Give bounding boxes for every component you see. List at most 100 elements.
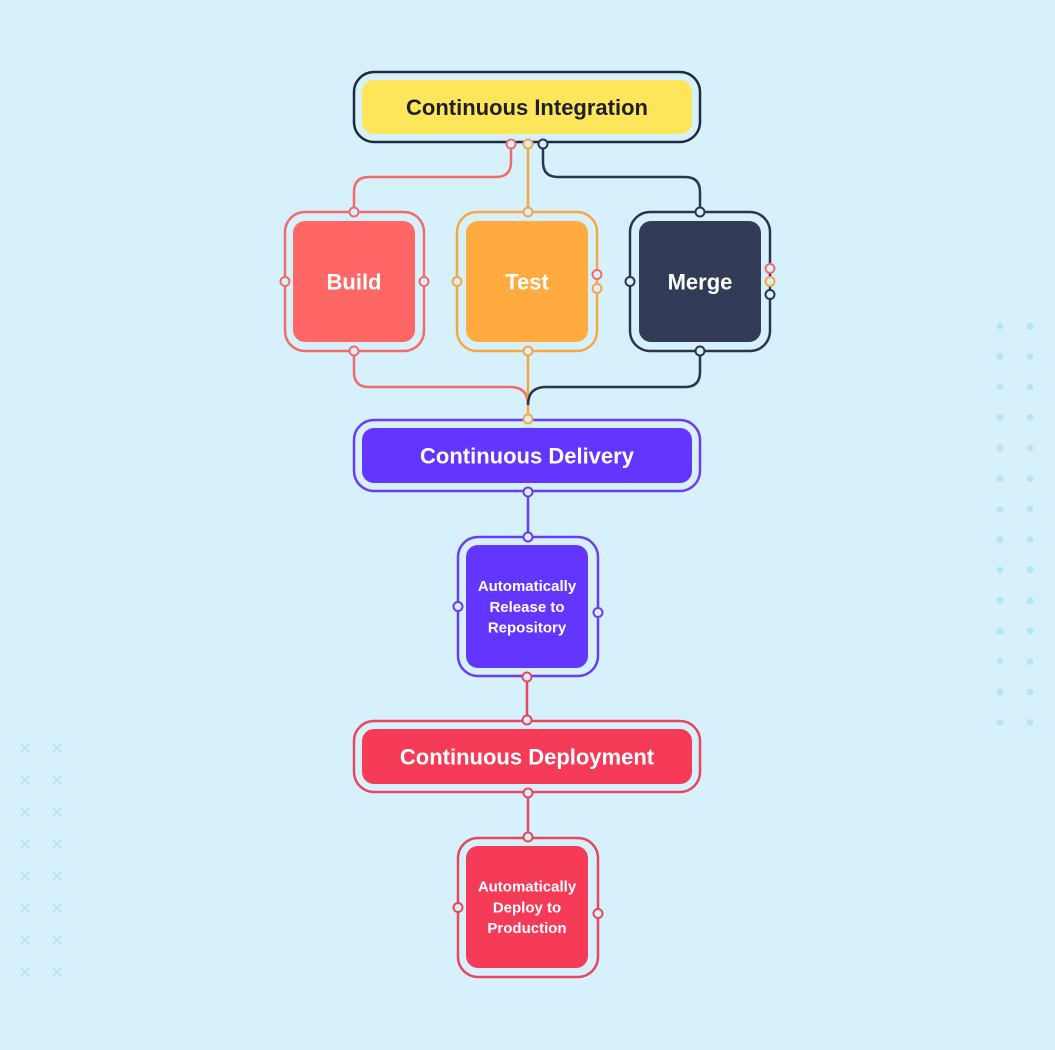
decor-dot [1026,505,1034,513]
decor-x [52,935,62,945]
edge-dot [521,671,533,683]
side-dot [452,902,464,913]
decor-x [20,807,30,817]
decor-dot [996,383,1004,391]
edge-dot [521,714,533,726]
decor-x [20,967,30,977]
edge-dot [694,206,706,218]
decor-dot [1026,566,1034,574]
edge-ci-to-merge [541,144,702,212]
decor-x [20,743,30,753]
side-dot [279,276,291,287]
decor-dot [996,658,1004,665]
edge-dot [522,787,534,799]
node-build[interactable]: Build [279,210,430,353]
decor-dot [1026,475,1034,482]
node-deploy[interactable]: Automatically Deploy to Production [452,836,604,979]
decor-x [52,903,62,913]
decor-dot [996,627,1004,635]
decor-dot [996,719,1004,726]
edge-dot [694,345,706,357]
decor-dot [1026,322,1034,330]
edge-dot [348,345,360,357]
edge-build-to-cd [352,351,530,406]
edge-dot [505,138,517,150]
edge-dot [522,206,534,218]
node-label: Production [487,920,566,937]
decor-dot [1026,414,1034,421]
node-cdep[interactable]: Continuous Deployment [352,719,702,794]
decor-dot [1026,597,1034,604]
decor-x [52,967,62,977]
node-label: Build [327,269,382,294]
node-label: Automatically [478,578,577,595]
edge-dot [522,413,534,425]
decor-dot [996,566,1004,574]
decor-dot [996,475,1004,482]
node-ci[interactable]: Continuous Integration [352,70,702,144]
decor-x [52,839,62,849]
side-dot [764,276,776,287]
edge-line [541,144,702,212]
node-label: Repository [488,620,567,637]
node-cd[interactable]: Continuous Delivery [352,418,702,493]
side-dot [418,276,430,287]
node-label: Continuous Delivery [420,443,635,468]
decor-dot [996,444,1004,452]
edge-dot [522,138,534,150]
edge-dot [348,206,360,218]
decor-dot [1026,627,1034,635]
edge-line [352,144,513,212]
node-label: Deploy to [493,899,561,916]
node-label: Automatically [478,879,577,896]
edge-ci-to-build [352,144,513,212]
decor-x [20,839,30,849]
ci-cd-diagram: Continuous Integration Build Test Merge Cont… [20,70,1034,979]
decor-dot [996,322,1004,330]
edge-line [526,351,702,406]
edge-dot [537,138,549,150]
decor-dot [996,505,1004,513]
side-dot [591,269,603,280]
node-label: Continuous Integration [406,95,648,120]
decor-x [52,807,62,817]
decor-x [20,903,30,913]
decor-x [20,871,30,881]
decor-dot [1026,383,1034,391]
side-dot [451,276,463,287]
decor-x [20,935,30,945]
node-label: Continuous Deployment [400,744,655,769]
decor-dot [1026,719,1034,726]
decor-dot [1026,536,1034,543]
decor-dot [1026,658,1034,665]
decor-dot [996,353,1004,360]
side-dot [452,601,464,612]
node-test[interactable]: Test [451,210,603,353]
edge-line [352,351,530,406]
decor-dot [1026,444,1034,452]
side-dot [764,263,776,274]
decor-dot [1026,353,1034,360]
decor-x [52,743,62,753]
node-label: Test [505,269,549,294]
side-dot [591,283,603,294]
decor-x [52,775,62,785]
side-dot [764,289,776,300]
side-dot [592,607,604,618]
edge-dot [522,531,534,543]
decor-dot [996,597,1004,604]
decor-dot [996,688,1004,696]
decor-dot [996,414,1004,421]
side-dot [624,276,636,287]
decor-dot [996,536,1004,543]
decor-x [52,871,62,881]
node-merge[interactable]: Merge [624,210,776,353]
edge-dot [522,345,534,357]
node-label: Merge [668,269,733,294]
side-dot [592,908,604,919]
node-release[interactable]: Automatically Release to Repository [452,535,604,678]
edge-dot [522,486,534,498]
edge-merge-to-cd [526,351,702,406]
edge-dot [522,831,534,843]
decor-dot [1026,688,1034,696]
